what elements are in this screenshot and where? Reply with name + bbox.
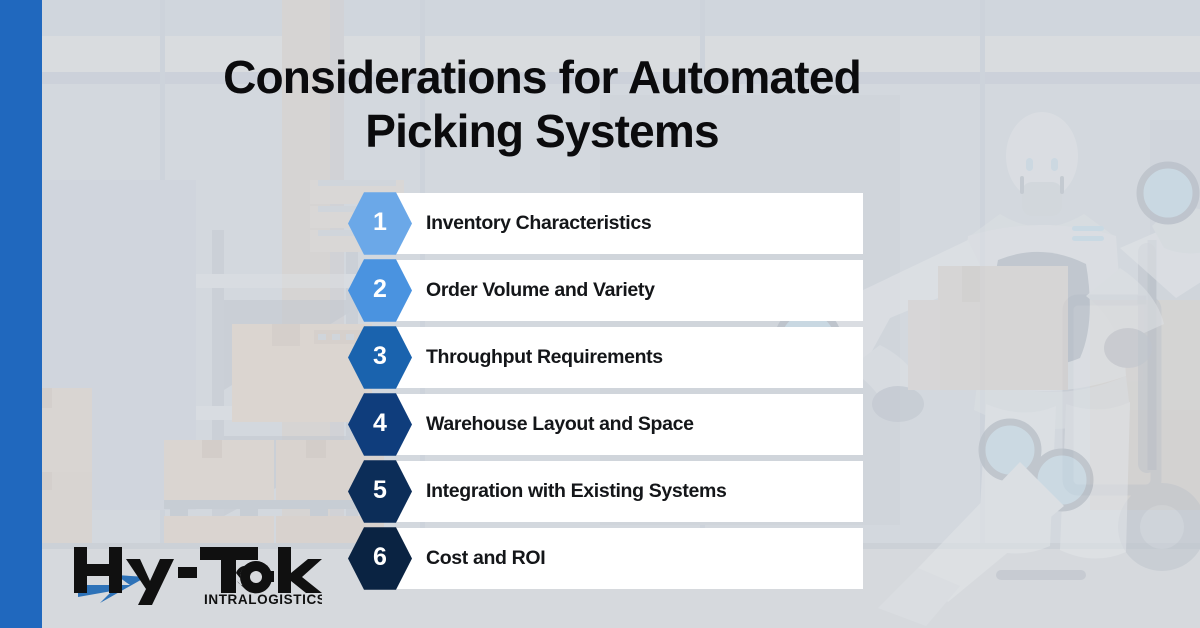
hytek-logo[interactable]: INTRALOGISTICS — [72, 545, 322, 607]
list-item[interactable]: 6 Cost and ROI — [348, 527, 863, 590]
list-item-number: 1 — [373, 208, 387, 236]
list-item-label: Throughput Requirements — [426, 346, 663, 368]
list-item[interactable]: 1 Inventory Characteristics — [348, 192, 863, 255]
infographic-canvas: Considerations for Automated Picking Sys… — [0, 0, 1200, 628]
list-item-label: Warehouse Layout and Space — [426, 413, 694, 435]
title-line-1: Considerations for Automated — [223, 51, 862, 103]
left-accent-bar — [0, 0, 42, 628]
title-line-2: Picking Systems — [365, 105, 719, 157]
list-item-number: 6 — [373, 543, 387, 571]
list-item-number: 4 — [373, 409, 387, 437]
list-item-label: Integration with Existing Systems — [426, 480, 727, 502]
list-item[interactable]: 4 Warehouse Layout and Space — [348, 393, 863, 456]
list-item-number: 3 — [373, 342, 387, 370]
list-item[interactable]: 5 Integration with Existing Systems — [348, 460, 863, 523]
list-item-label: Inventory Characteristics — [426, 212, 652, 234]
list-item-number: 2 — [373, 275, 387, 303]
list-item[interactable]: 2 Order Volume and Variety — [348, 259, 863, 322]
list-item-label: Order Volume and Variety — [426, 279, 655, 301]
list-item[interactable]: 3 Throughput Requirements — [348, 326, 863, 389]
considerations-list: 1 Inventory Characteristics 2 Order Volu… — [348, 192, 863, 595]
logo-artwork: INTRALOGISTICS — [74, 547, 322, 607]
list-item-number: 5 — [373, 476, 387, 504]
page-title: Considerations for Automated Picking Sys… — [42, 50, 1042, 158]
list-item-label: Cost and ROI — [426, 547, 546, 569]
logo-tagline: INTRALOGISTICS — [204, 592, 322, 607]
